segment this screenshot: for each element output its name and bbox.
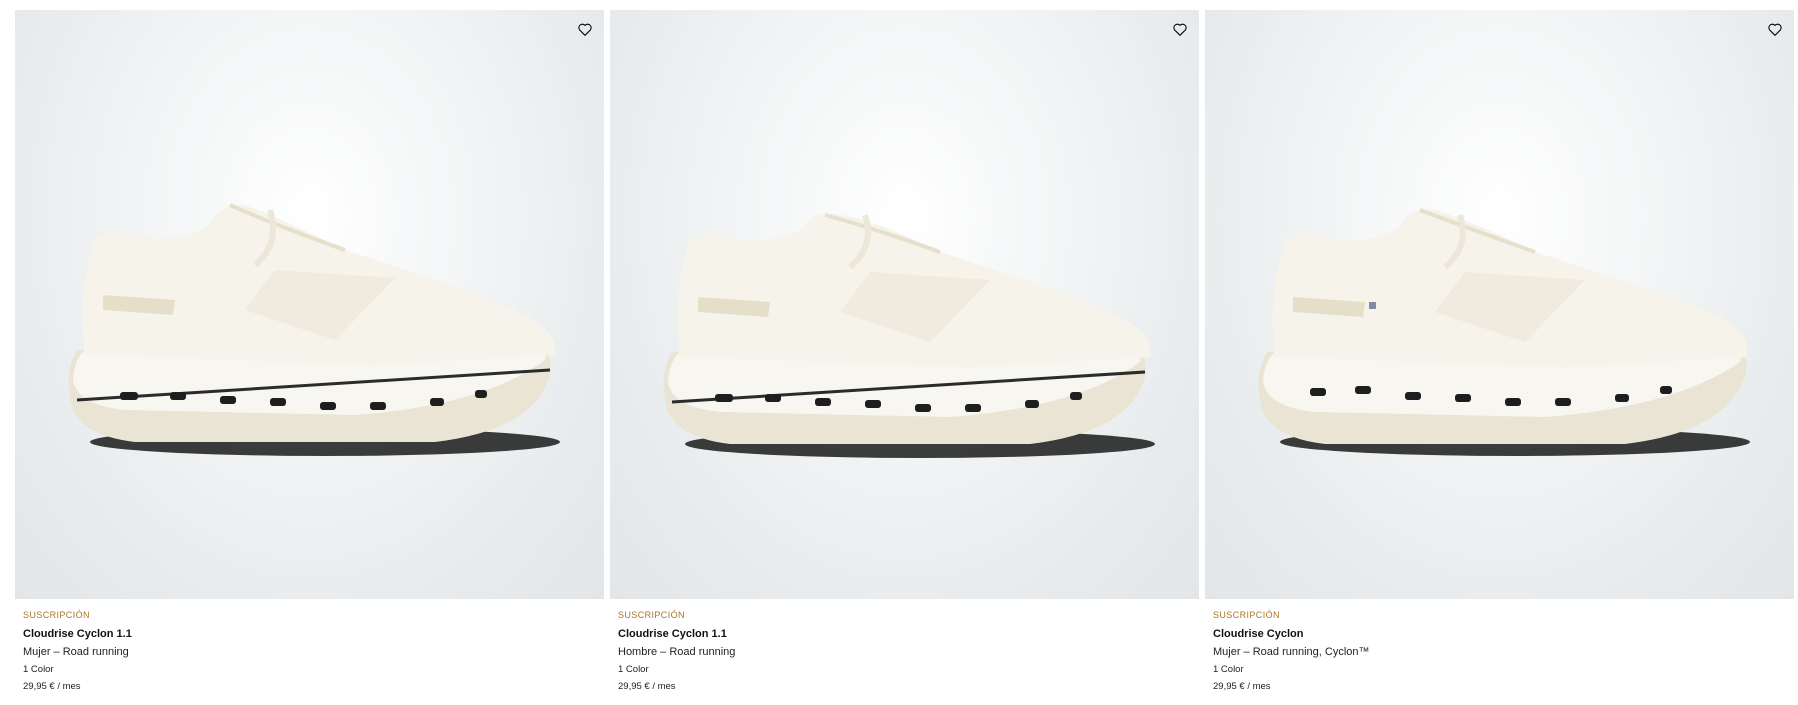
favorite-button[interactable]	[1764, 18, 1786, 40]
product-category: Mujer – Road running, Cyclon™	[1213, 646, 1370, 658]
product-info: SUSCRIPCIÓN Cloudrise Cyclon 1.1 Hombre …	[610, 599, 1199, 693]
product-card[interactable]: SUSCRIPCIÓN Cloudrise Cyclon 1.1 Mujer –…	[15, 10, 604, 693]
shoe-image	[68, 203, 560, 456]
product-grid: SUSCRIPCIÓN Cloudrise Cyclon 1.1 Mujer –…	[15, 10, 1794, 693]
heart-outline-icon	[1173, 23, 1187, 36]
product-price: 29,95 € / mes	[618, 681, 676, 692]
product-name[interactable]: Cloudrise Cyclon 1.1	[618, 627, 1191, 641]
subscription-tag: SUSCRIPCIÓN	[23, 610, 90, 620]
product-colors: 1 Color	[618, 664, 649, 675]
product-price: 29,95 € / mes	[1213, 681, 1271, 692]
favorite-button[interactable]	[1169, 18, 1191, 40]
product-name[interactable]: Cloudrise Cyclon 1.1	[23, 627, 596, 641]
product-category: Hombre – Road running	[618, 646, 736, 658]
product-image[interactable]	[1205, 10, 1794, 599]
product-colors: 1 Color	[23, 664, 54, 675]
subscription-tag: SUSCRIPCIÓN	[1213, 610, 1280, 620]
product-name[interactable]: Cloudrise Cyclon	[1213, 627, 1786, 641]
product-colors: 1 Color	[1213, 664, 1244, 675]
product-price: 29,95 € / mes	[23, 681, 81, 692]
heart-outline-icon	[1768, 23, 1782, 36]
product-category: Mujer – Road running	[23, 646, 129, 658]
shoe-image	[663, 213, 1155, 458]
product-card[interactable]: SUSCRIPCIÓN Cloudrise Cyclon 1.1 Hombre …	[610, 10, 1199, 693]
heart-outline-icon	[578, 23, 592, 36]
product-card[interactable]: SUSCRIPCIÓN Cloudrise Cyclon Mujer – Roa…	[1205, 10, 1794, 693]
subscription-tag: SUSCRIPCIÓN	[618, 610, 685, 620]
product-image[interactable]	[15, 10, 604, 599]
product-info: SUSCRIPCIÓN Cloudrise Cyclon 1.1 Mujer –…	[15, 599, 604, 693]
product-info: SUSCRIPCIÓN Cloudrise Cyclon Mujer – Roa…	[1205, 599, 1794, 693]
shoe-image	[1258, 208, 1750, 456]
favorite-button[interactable]	[574, 18, 596, 40]
product-image[interactable]	[610, 10, 1199, 599]
